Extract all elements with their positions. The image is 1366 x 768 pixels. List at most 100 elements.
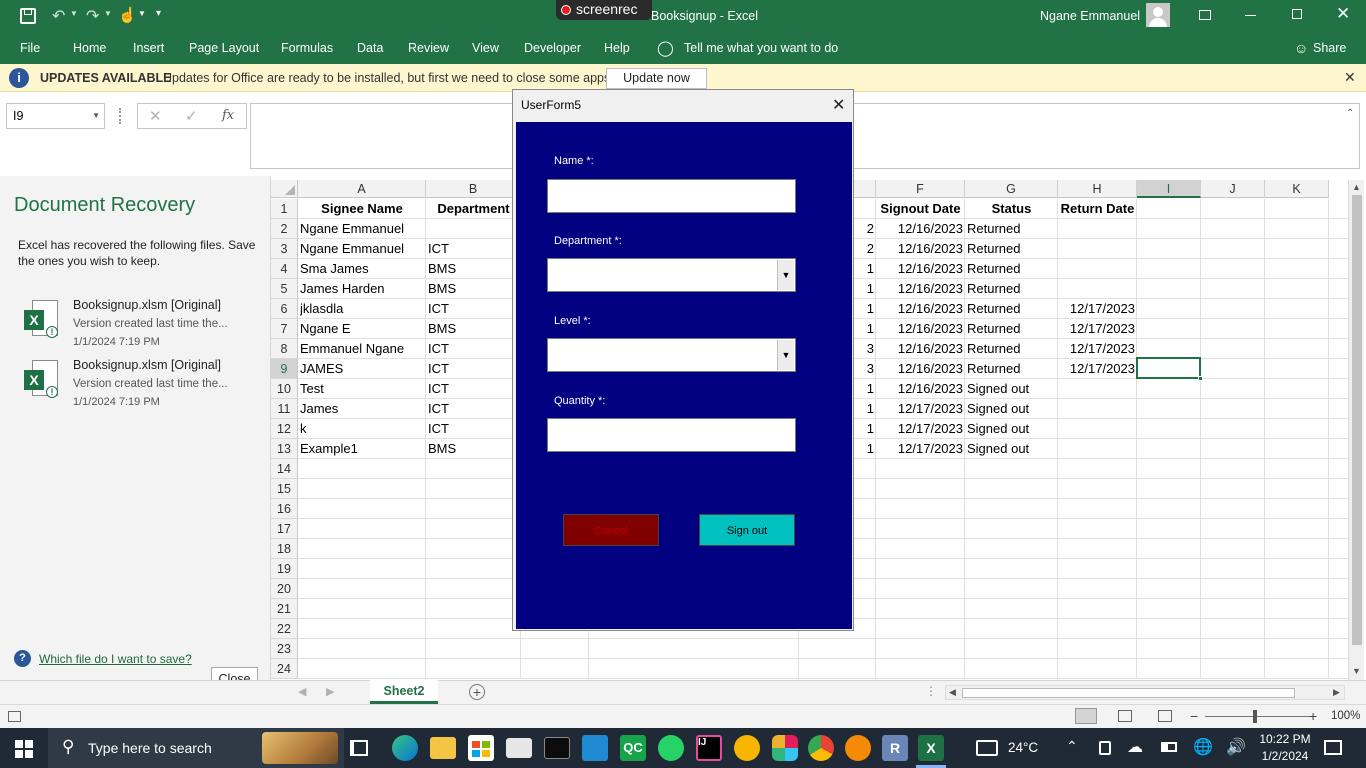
- scroll-right-icon[interactable]: ▶: [1333, 687, 1340, 698]
- level-dropdown-button[interactable]: ▼: [777, 340, 794, 370]
- cancel-entry-icon[interactable]: ✕: [149, 107, 162, 125]
- select-all-corner[interactable]: [271, 180, 298, 198]
- column-header-j[interactable]: J: [1201, 180, 1265, 198]
- sublime-icon[interactable]: [845, 735, 871, 761]
- tab-page-layout[interactable]: Page Layout: [189, 41, 259, 55]
- cell-h12[interactable]: [1060, 419, 1135, 439]
- terminal-icon[interactable]: [544, 737, 570, 759]
- windows-start-icon[interactable]: [15, 740, 33, 758]
- vscode-icon[interactable]: [582, 735, 608, 761]
- cell-a9[interactable]: JAMES: [300, 359, 424, 379]
- minimize-icon[interactable]: [1245, 15, 1256, 16]
- vertical-scrollbar[interactable]: ▲ ▼: [1348, 180, 1364, 680]
- row-header[interactable]: 3: [271, 239, 298, 259]
- department-combobox[interactable]: ▼: [547, 258, 796, 292]
- cell-a10[interactable]: Test: [300, 379, 424, 399]
- cell-g6[interactable]: Returned: [967, 299, 1056, 319]
- recovered-file-1[interactable]: X ! Booksignup.xlsm [Original] Version c…: [18, 294, 263, 349]
- row-header[interactable]: 1: [271, 199, 298, 219]
- cell-b13[interactable]: BMS: [428, 439, 519, 459]
- row-header[interactable]: 19: [271, 559, 298, 579]
- close-update-bar-icon[interactable]: ✕: [1344, 69, 1356, 86]
- cell-b11[interactable]: ICT: [428, 399, 519, 419]
- tab-view[interactable]: View: [472, 41, 499, 55]
- column-header-h[interactable]: H: [1058, 180, 1137, 198]
- cell-f10[interactable]: 12/16/2023: [878, 379, 963, 399]
- share-icon[interactable]: ☺: [1294, 40, 1308, 56]
- slack-icon[interactable]: [772, 735, 798, 761]
- userform-close-icon[interactable]: ✕: [832, 95, 845, 115]
- volume-icon[interactable]: 🔊: [1226, 737, 1246, 757]
- row-header[interactable]: 4: [271, 259, 298, 279]
- page-break-view-icon[interactable]: [1158, 710, 1172, 722]
- show-hidden-icons[interactable]: ⌃: [1066, 738, 1078, 755]
- scroll-up-icon[interactable]: ▲: [1352, 182, 1361, 192]
- row-header[interactable]: 9: [271, 359, 298, 379]
- cell-a8[interactable]: Emmanuel Ngane: [300, 339, 424, 359]
- clock-date[interactable]: 1/2/2024: [1259, 749, 1311, 763]
- quantity-field[interactable]: [547, 418, 796, 452]
- horizontal-scroll-thumb[interactable]: [962, 688, 1295, 698]
- cell-a1[interactable]: Signee Name: [300, 199, 424, 219]
- cell-a12[interactable]: k: [300, 419, 424, 439]
- department-dropdown-button[interactable]: ▼: [777, 260, 794, 290]
- cell-b6[interactable]: ICT: [428, 299, 519, 319]
- insert-function-icon[interactable]: fx: [222, 108, 234, 123]
- cell-g10[interactable]: Signed out: [967, 379, 1056, 399]
- cell-f6[interactable]: 12/16/2023: [878, 299, 963, 319]
- row-header[interactable]: 18: [271, 539, 298, 559]
- save-icon[interactable]: [20, 8, 36, 24]
- row-header[interactable]: 21: [271, 599, 298, 619]
- cell-b5[interactable]: BMS: [428, 279, 519, 299]
- cell-h10[interactable]: [1060, 379, 1135, 399]
- cell-b2[interactable]: [428, 219, 519, 239]
- cell-g13[interactable]: Signed out: [967, 439, 1056, 459]
- active-cell[interactable]: [1136, 357, 1203, 381]
- column-header-b[interactable]: B: [426, 180, 521, 198]
- cell-h6[interactable]: 12/17/2023: [1060, 299, 1135, 319]
- mail-icon[interactable]: [506, 738, 532, 758]
- row-header[interactable]: 24: [271, 659, 298, 679]
- tab-data[interactable]: Data: [357, 41, 383, 55]
- onedrive-icon[interactable]: ☁: [1127, 737, 1143, 757]
- cell-b1[interactable]: Department: [428, 199, 519, 219]
- cell-f9[interactable]: 12/16/2023: [878, 359, 963, 379]
- row-header[interactable]: 17: [271, 519, 298, 539]
- column-header-k[interactable]: K: [1265, 180, 1329, 198]
- column-header-a[interactable]: A: [298, 180, 426, 198]
- undo-dropdown-icon[interactable]: ▼: [70, 9, 78, 18]
- tab-home[interactable]: Home: [73, 41, 106, 55]
- name-box-dropdown-icon[interactable]: ▼: [92, 111, 100, 120]
- zoom-slider[interactable]: [1205, 710, 1310, 723]
- weather-temp[interactable]: 24°C: [1008, 740, 1038, 755]
- user-name[interactable]: Ngane Emmanuel: [1040, 9, 1140, 23]
- cell-g2[interactable]: Returned: [967, 219, 1056, 239]
- taskbar-search-box[interactable]: ⚲ Type here to search: [48, 728, 344, 768]
- row-header[interactable]: 14: [271, 459, 298, 479]
- edge-icon[interactable]: [392, 735, 418, 761]
- cell-b8[interactable]: ICT: [428, 339, 519, 359]
- cell-h4[interactable]: [1060, 259, 1135, 279]
- cell-g5[interactable]: Returned: [967, 279, 1056, 299]
- touch-mode-icon[interactable]: ☝: [118, 6, 137, 24]
- cell-b10[interactable]: ICT: [428, 379, 519, 399]
- redo-icon[interactable]: ↷: [86, 6, 99, 26]
- cancel-button[interactable]: Cancel: [563, 514, 659, 546]
- tell-me-search[interactable]: Tell me what you want to do: [684, 41, 838, 55]
- cell-a11[interactable]: James: [300, 399, 424, 419]
- cell-h2[interactable]: [1060, 219, 1135, 239]
- cell-h8[interactable]: 12/17/2023: [1060, 339, 1135, 359]
- tab-formulas[interactable]: Formulas: [281, 41, 333, 55]
- scroll-down-icon[interactable]: ▼: [1352, 666, 1361, 676]
- tab-review[interactable]: Review: [408, 41, 449, 55]
- network-icon[interactable]: 🌐: [1193, 737, 1213, 757]
- recovered-file-2[interactable]: X ! Booksignup.xlsm [Original] Version c…: [18, 354, 263, 409]
- zoom-out-icon[interactable]: −: [1190, 708, 1198, 724]
- close-window-icon[interactable]: ✕: [1336, 4, 1350, 24]
- weather-icon[interactable]: [976, 740, 998, 756]
- zoom-slider-thumb[interactable]: [1253, 710, 1257, 723]
- task-view-icon[interactable]: [350, 740, 368, 756]
- qc-app-icon[interactable]: QC: [620, 735, 646, 761]
- customize-qat-icon[interactable]: ▾: [156, 8, 161, 19]
- cell-b4[interactable]: BMS: [428, 259, 519, 279]
